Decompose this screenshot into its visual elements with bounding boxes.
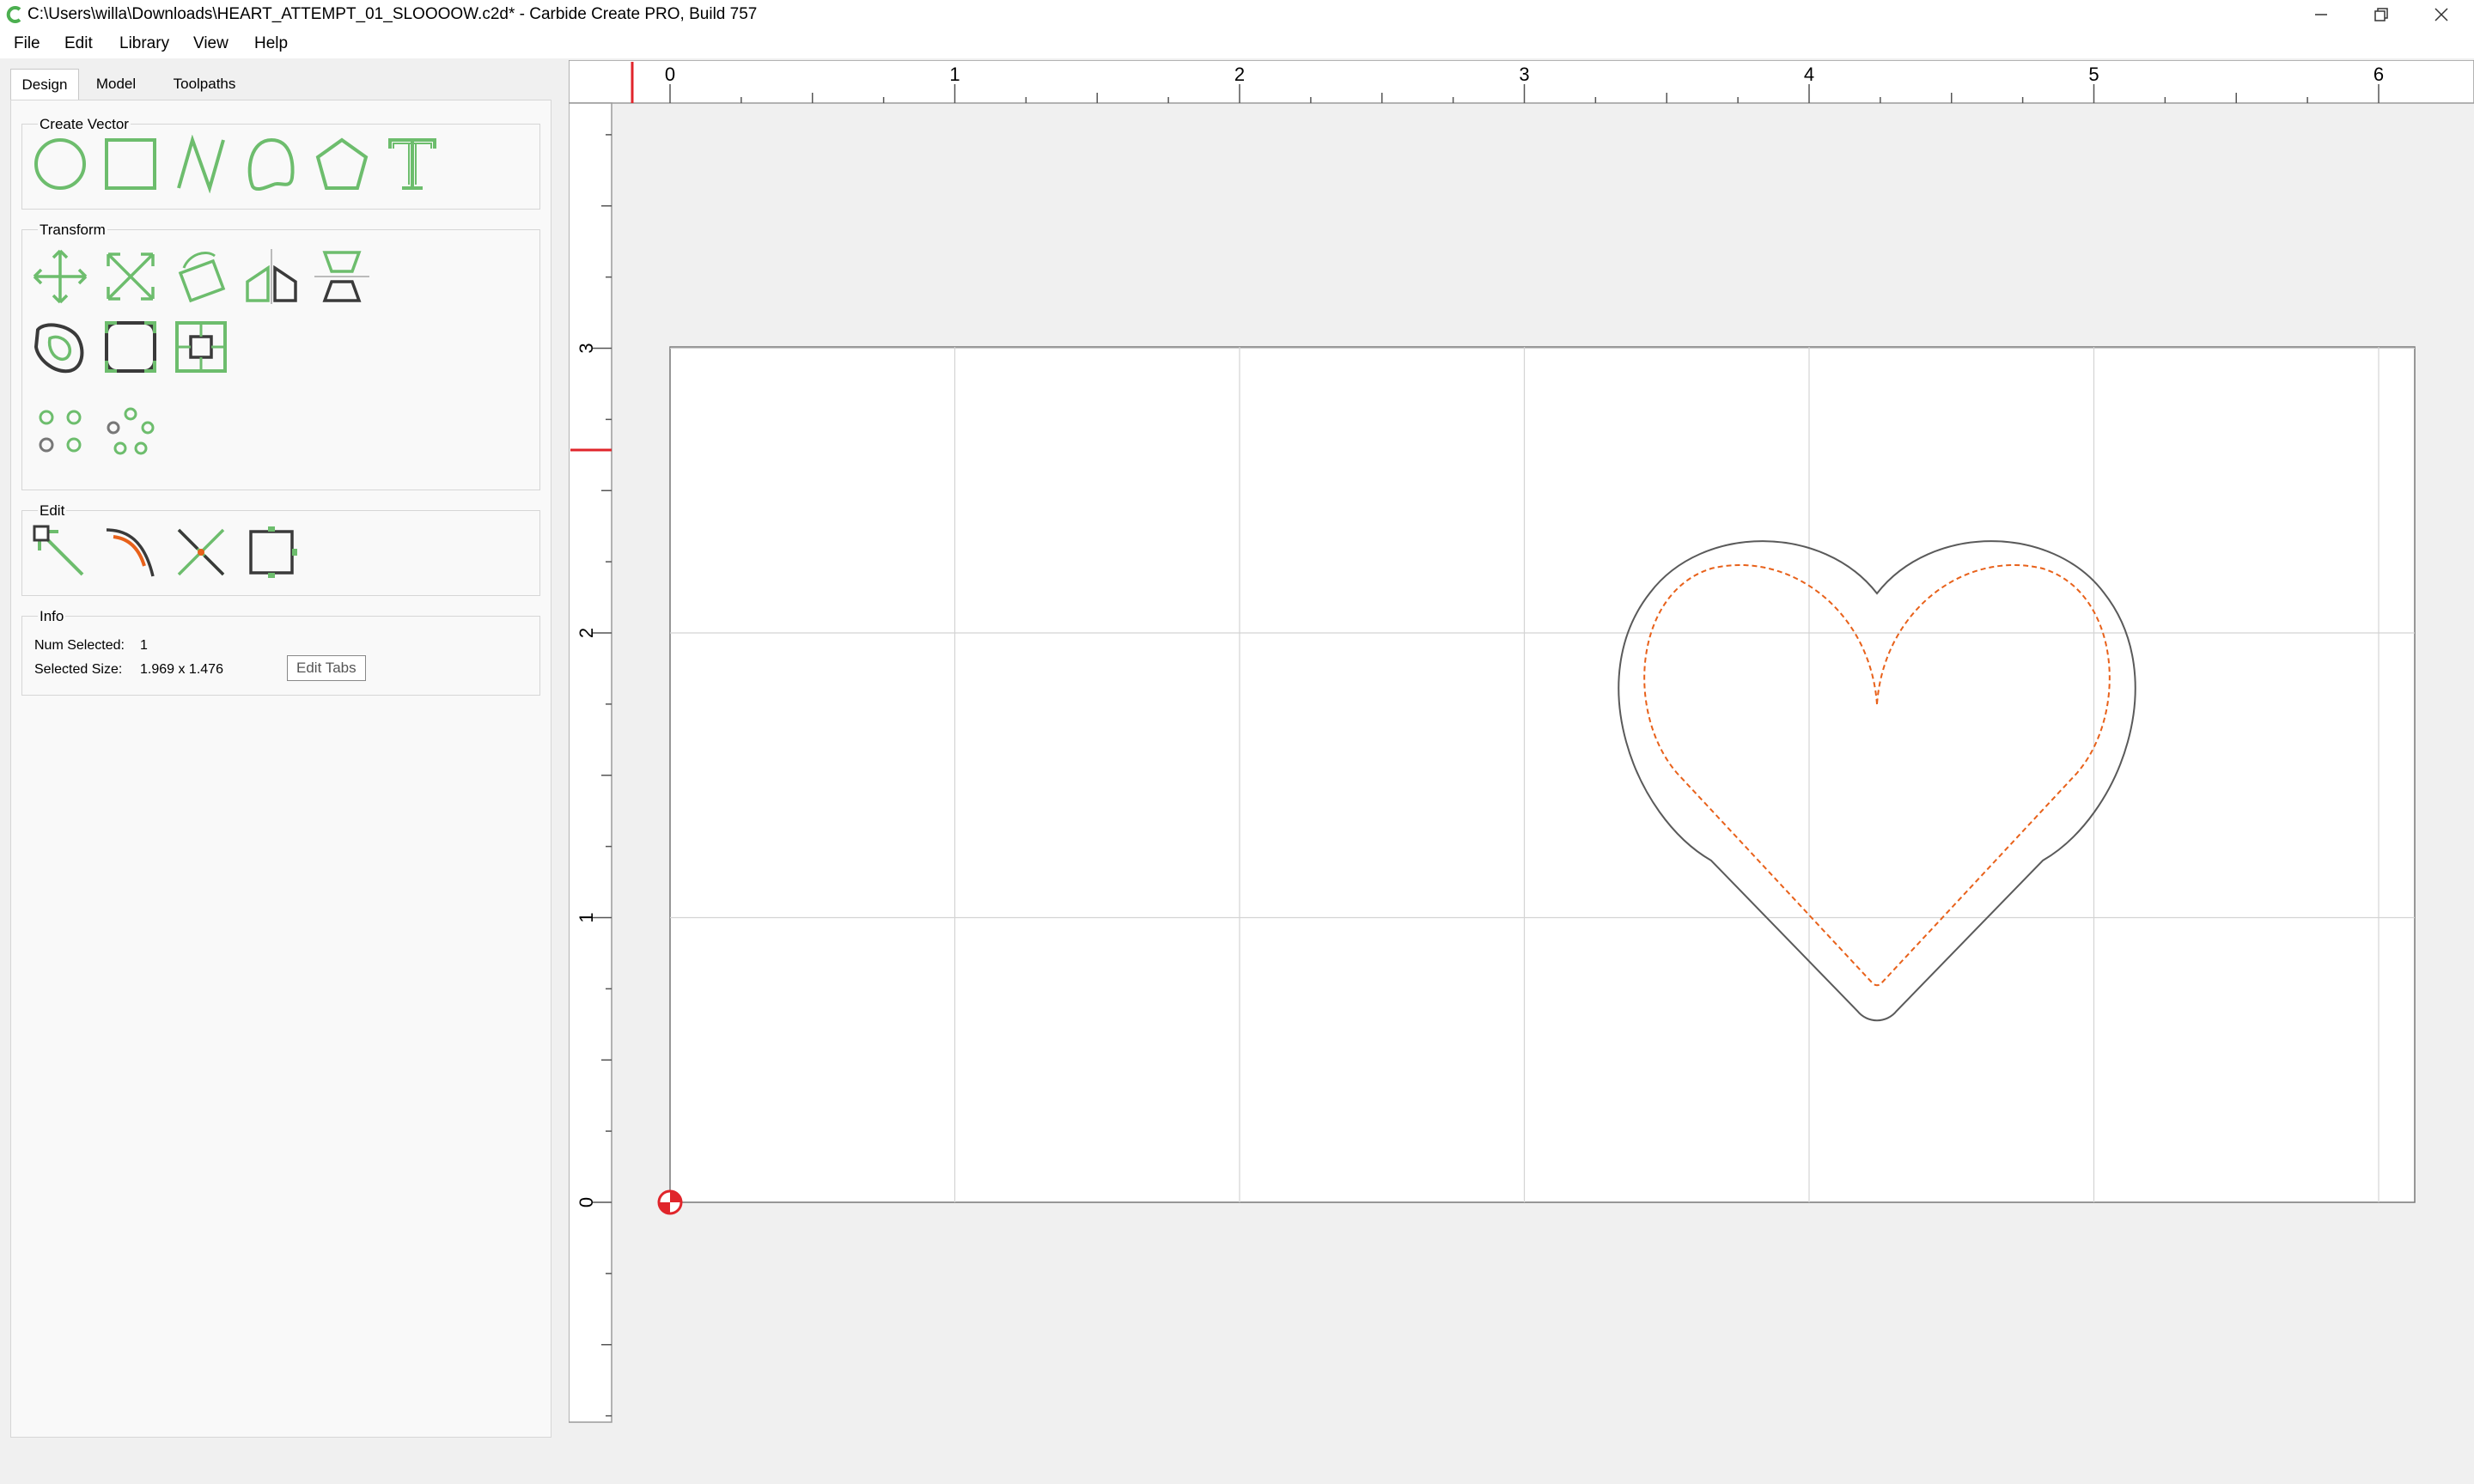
scale-tool[interactable]	[101, 247, 160, 306]
trim-icon	[106, 528, 155, 577]
minimize-button[interactable]	[2291, 0, 2351, 29]
x-ruler-label: 4	[1804, 64, 1814, 85]
close-icon	[2434, 8, 2448, 21]
restore-button[interactable]	[2351, 0, 2411, 29]
edit-tabs-tooltip: Edit Tabs	[287, 655, 366, 681]
offset-tool[interactable]	[31, 318, 89, 376]
selected-size-value: 1.969 x 1.476	[140, 662, 223, 677]
tab-model[interactable]: Model	[84, 69, 148, 100]
origin-marker	[657, 1189, 683, 1215]
transform-title: Transform	[38, 222, 107, 239]
cut-tool[interactable]	[172, 523, 230, 581]
vertical-ruler: 0 1 2 3	[569, 102, 612, 1423]
move-icon	[33, 249, 88, 304]
x-ruler-label: 1	[949, 64, 960, 85]
y-ruler-label: 2	[576, 628, 597, 638]
rotate-icon	[178, 252, 226, 303]
menu-view[interactable]: View	[193, 33, 229, 54]
menu-help[interactable]: Help	[254, 33, 288, 54]
transform-group: Transform	[21, 222, 540, 490]
polyline-icon	[177, 135, 225, 193]
menu-bar: File Edit Library View Help	[0, 29, 2474, 58]
horizontal-ruler: 0 1 2 3 4 5 6	[569, 60, 2474, 104]
edit-title: Edit	[38, 502, 67, 520]
menu-file[interactable]: File	[14, 33, 40, 54]
fillet-icon	[105, 321, 156, 373]
align-tool[interactable]	[313, 247, 371, 306]
boolean-icon	[175, 321, 227, 373]
edit-tabs-tool[interactable]	[242, 523, 301, 581]
title-bar: C:\Users\willa\Downloads\HEART_ATTEMPT_0…	[0, 0, 2474, 29]
circle-tool[interactable]	[31, 135, 89, 193]
mirror-icon	[246, 249, 297, 304]
num-selected-value: 1	[140, 638, 148, 653]
boolean-tool[interactable]	[172, 318, 230, 376]
circle-icon	[34, 138, 86, 190]
cut-icon	[177, 528, 225, 576]
curve-icon	[247, 137, 295, 192]
window-title: C:\Users\willa\Downloads\HEART_ATTEMPT_0…	[27, 5, 758, 23]
info-title: Info	[38, 608, 66, 625]
x-ruler-label: 5	[2088, 64, 2099, 85]
polyline-tool[interactable]	[172, 135, 230, 193]
trim-tool[interactable]	[101, 523, 160, 581]
app-window: C:\Users\willa\Downloads\HEART_ATTEMPT_0…	[0, 0, 2474, 1484]
rectangle-tool[interactable]	[101, 135, 160, 193]
rotate-tool[interactable]	[172, 247, 230, 306]
info-group: Info Num Selected: 1 Selected Size: 1.96…	[21, 608, 540, 696]
text-tool[interactable]	[383, 135, 442, 193]
x-ruler-label: 6	[2373, 64, 2384, 85]
x-ruler-label: 0	[665, 64, 675, 85]
offset-icon	[34, 323, 84, 374]
y-ruler-label: 1	[576, 912, 597, 922]
radial-array-tool[interactable]	[101, 402, 160, 460]
rectangle-icon	[105, 138, 156, 190]
move-tool[interactable]	[31, 247, 89, 306]
tab-toolpaths[interactable]: Toolpaths	[153, 69, 256, 100]
node-edit-icon	[33, 525, 84, 576]
y-ruler-label: 3	[576, 343, 597, 353]
selected-size-label: Selected Size:	[34, 662, 123, 677]
create-vector-title: Create Vector	[38, 116, 131, 133]
align-icon	[314, 251, 369, 302]
edit-tabs-icon	[249, 526, 297, 578]
stock-area	[669, 346, 2416, 1203]
text-icon	[388, 138, 436, 190]
polygon-icon	[315, 137, 369, 190]
fillet-tool[interactable]	[101, 318, 160, 376]
curve-tool[interactable]	[242, 135, 301, 193]
node-edit-tool[interactable]	[31, 523, 89, 581]
carbide-create-app-icon	[6, 6, 21, 23]
tab-design[interactable]: Design	[10, 69, 79, 100]
edit-group: Edit	[21, 502, 540, 596]
x-ruler-label: 2	[1234, 64, 1245, 85]
radial-array-icon	[107, 407, 155, 455]
x-ruler-label: 3	[1519, 64, 1529, 85]
design-tab-content: Create Vector Transform Edit Info Num Se…	[10, 100, 551, 1438]
menu-library[interactable]: Library	[119, 33, 169, 54]
grid-array-tool[interactable]	[31, 402, 89, 460]
scale-icon	[107, 252, 155, 301]
create-vector-group: Create Vector	[21, 116, 540, 210]
mirror-tool[interactable]	[242, 247, 301, 306]
num-selected-label: Num Selected:	[34, 638, 125, 653]
design-canvas[interactable]: 0 1 2 3 4 5 6 0 1 2 3	[569, 60, 2474, 1451]
design-panel: Design Model Toolpaths Create Vector Tra…	[10, 65, 551, 1438]
menu-edit[interactable]: Edit	[64, 33, 93, 54]
circular-array-icon	[39, 410, 82, 453]
canvas-view[interactable]: 0 1 2 3 4 5 6 0 1 2 3	[569, 60, 2474, 1451]
y-ruler-label: 0	[576, 1197, 597, 1207]
polygon-tool[interactable]	[313, 135, 371, 193]
close-button[interactable]	[2411, 0, 2471, 29]
minimize-icon	[2315, 14, 2327, 15]
restore-icon	[2374, 8, 2388, 21]
